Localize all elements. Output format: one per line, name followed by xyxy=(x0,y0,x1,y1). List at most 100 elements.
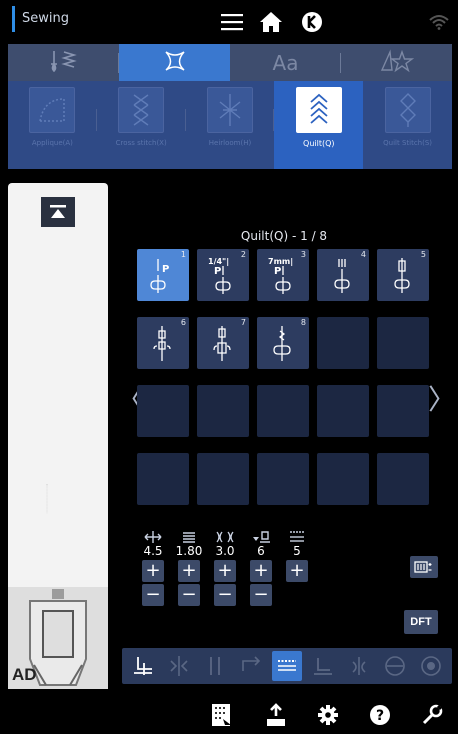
help-button[interactable]: ? xyxy=(366,701,394,729)
stitch-number: 1 xyxy=(180,250,186,259)
quilt-piecing-foot-icon: P xyxy=(150,259,169,293)
stitch-number: 6 xyxy=(180,318,186,327)
font-icon: Aa xyxy=(272,50,299,75)
stitch-cell[interactable]: 6 xyxy=(137,317,189,369)
twin-needle-icon xyxy=(210,657,220,675)
stitch-cell[interactable]: 1 P xyxy=(137,249,189,301)
subcat-quilt-stitch[interactable]: Quilt Stitch(S) xyxy=(363,81,452,169)
feed-dog-button[interactable] xyxy=(272,651,302,681)
save-button[interactable] xyxy=(262,701,290,729)
sensor-icon xyxy=(421,656,441,676)
stitch-grid: 1 P 2 1/4"| P 3 7mm| P 4 5 6 7 8 xyxy=(137,249,433,505)
subcat-label: Quilt(Q) xyxy=(303,139,335,148)
quilt-icon xyxy=(295,87,342,133)
stitch-cell[interactable]: 3 7mm| P xyxy=(257,249,309,301)
stitch-cell[interactable]: 7 xyxy=(197,317,249,369)
tab-decorative-stitches[interactable] xyxy=(119,44,230,81)
empty-stitch-cell xyxy=(257,385,309,437)
empty-stitch-cell xyxy=(257,453,309,505)
empty-stitch-cell xyxy=(317,453,369,505)
presser-foot-pressure-plus-button[interactable]: + xyxy=(250,560,272,582)
quilt-stitch-icon xyxy=(384,87,431,133)
stitch-number: 2 xyxy=(240,250,246,259)
stitch-cell[interactable]: 4 xyxy=(317,249,369,301)
stitch-cell[interactable]: 5 xyxy=(377,249,429,301)
wifi-icon xyxy=(423,6,455,38)
subcat-heirloom[interactable]: Heirloom(H) xyxy=(186,81,275,169)
needle-position-button[interactable] xyxy=(410,556,438,578)
heirloom-icon xyxy=(206,87,253,133)
empty-stitch-cell xyxy=(317,317,369,369)
stitch-length-minus-button[interactable]: − xyxy=(178,584,200,606)
subcat-applique[interactable]: Applique(A) xyxy=(8,81,97,169)
empty-stitch-cell xyxy=(377,385,429,437)
presser-foot-pressure-minus-button[interactable]: − xyxy=(250,584,272,606)
single-pattern-button[interactable] xyxy=(344,651,374,681)
stitch-length-control: 1.80 + − xyxy=(175,531,203,606)
quilt-bar-stitch-icon xyxy=(213,326,231,361)
tension-icon xyxy=(216,531,234,543)
needle-stop-position-button[interactable] xyxy=(128,651,158,681)
mirror-image-button[interactable] xyxy=(164,651,194,681)
presser-foot-lift-button[interactable] xyxy=(308,651,338,681)
tab-utility-stitches[interactable] xyxy=(8,44,119,81)
subcat-label: Cross stitch(X) xyxy=(115,139,167,147)
sensor-button[interactable] xyxy=(416,651,446,681)
stitch-cell[interactable]: 2 1/4"| P xyxy=(197,249,249,301)
default-settings-button[interactable]: DFT xyxy=(404,610,438,634)
tension-minus-button[interactable]: − xyxy=(214,584,236,606)
feed-dog-icon xyxy=(290,531,304,542)
tension-plus-button[interactable]: + xyxy=(214,560,236,582)
empty-stitch-cell xyxy=(197,453,249,505)
twin-needle-button[interactable] xyxy=(200,651,230,681)
speed-control-button[interactable] xyxy=(380,651,410,681)
stitch-length-plus-button[interactable]: + xyxy=(178,560,200,582)
stitch-repeat-button[interactable] xyxy=(236,651,266,681)
needle-position-icon xyxy=(414,561,432,573)
scroll-top-button[interactable] xyxy=(41,197,75,227)
utility-stitch-icon xyxy=(50,49,78,77)
cross-stitch-icon xyxy=(118,87,165,133)
tab-favorites[interactable] xyxy=(341,44,452,81)
empty-stitch-cell xyxy=(137,453,189,505)
stitch-width-icon xyxy=(144,531,162,543)
presser-foot-code: AD xyxy=(12,665,37,684)
empty-stitch-cell xyxy=(377,317,429,369)
stitch-cell[interactable]: 8 xyxy=(257,317,309,369)
feed-dog-plus-button[interactable]: + xyxy=(286,560,308,582)
applique-icon xyxy=(29,87,76,133)
presser-foot-lift-icon xyxy=(314,658,332,675)
settings-button[interactable] xyxy=(314,701,342,729)
stitch-width-plus-button[interactable]: + xyxy=(142,560,164,582)
stitch-number: 4 xyxy=(360,250,366,259)
triple-straight-stitch-icon xyxy=(334,259,350,293)
stitch-preview-panel: AD xyxy=(8,183,108,689)
single-pattern-icon xyxy=(352,657,366,675)
svg-text:P: P xyxy=(274,266,281,277)
brand-logo-icon[interactable] xyxy=(296,6,328,38)
bottom-bar: ? xyxy=(0,694,458,734)
presser-foot-area: AD xyxy=(8,587,108,689)
stitch-width-minus-button[interactable]: − xyxy=(142,584,164,606)
subcat-label: Quilt Stitch(S) xyxy=(383,139,433,147)
pattern-edit-button[interactable] xyxy=(208,701,236,729)
top-bar: Sewing xyxy=(0,0,458,44)
empty-stitch-cell xyxy=(197,385,249,437)
subcat-label: Heirloom(H) xyxy=(208,139,252,147)
quilt-zigzag-stitch-icon xyxy=(273,326,291,361)
subcat-cross-stitch[interactable]: Cross stitch(X) xyxy=(97,81,186,169)
maintenance-button[interactable] xyxy=(418,701,446,729)
home-icon[interactable] xyxy=(255,6,287,38)
tension-value: 3.0 xyxy=(215,544,235,558)
favorites-icon xyxy=(380,48,414,77)
repeat-icon xyxy=(242,656,261,671)
empty-stitch-cell xyxy=(317,385,369,437)
presser-foot-pressure-value: 6 xyxy=(257,544,265,558)
tab-font[interactable]: Aa xyxy=(230,44,341,81)
menu-icon[interactable] xyxy=(216,6,248,38)
subcat-quilt[interactable]: Quilt(Q) xyxy=(274,81,364,169)
seven-mm-piecing-icon: 7mm| P xyxy=(268,257,293,294)
svg-text:1/4"|: 1/4"| xyxy=(208,257,229,266)
tension-control: 3.0 + − xyxy=(211,531,239,606)
stitch-tool-strip xyxy=(122,648,452,684)
